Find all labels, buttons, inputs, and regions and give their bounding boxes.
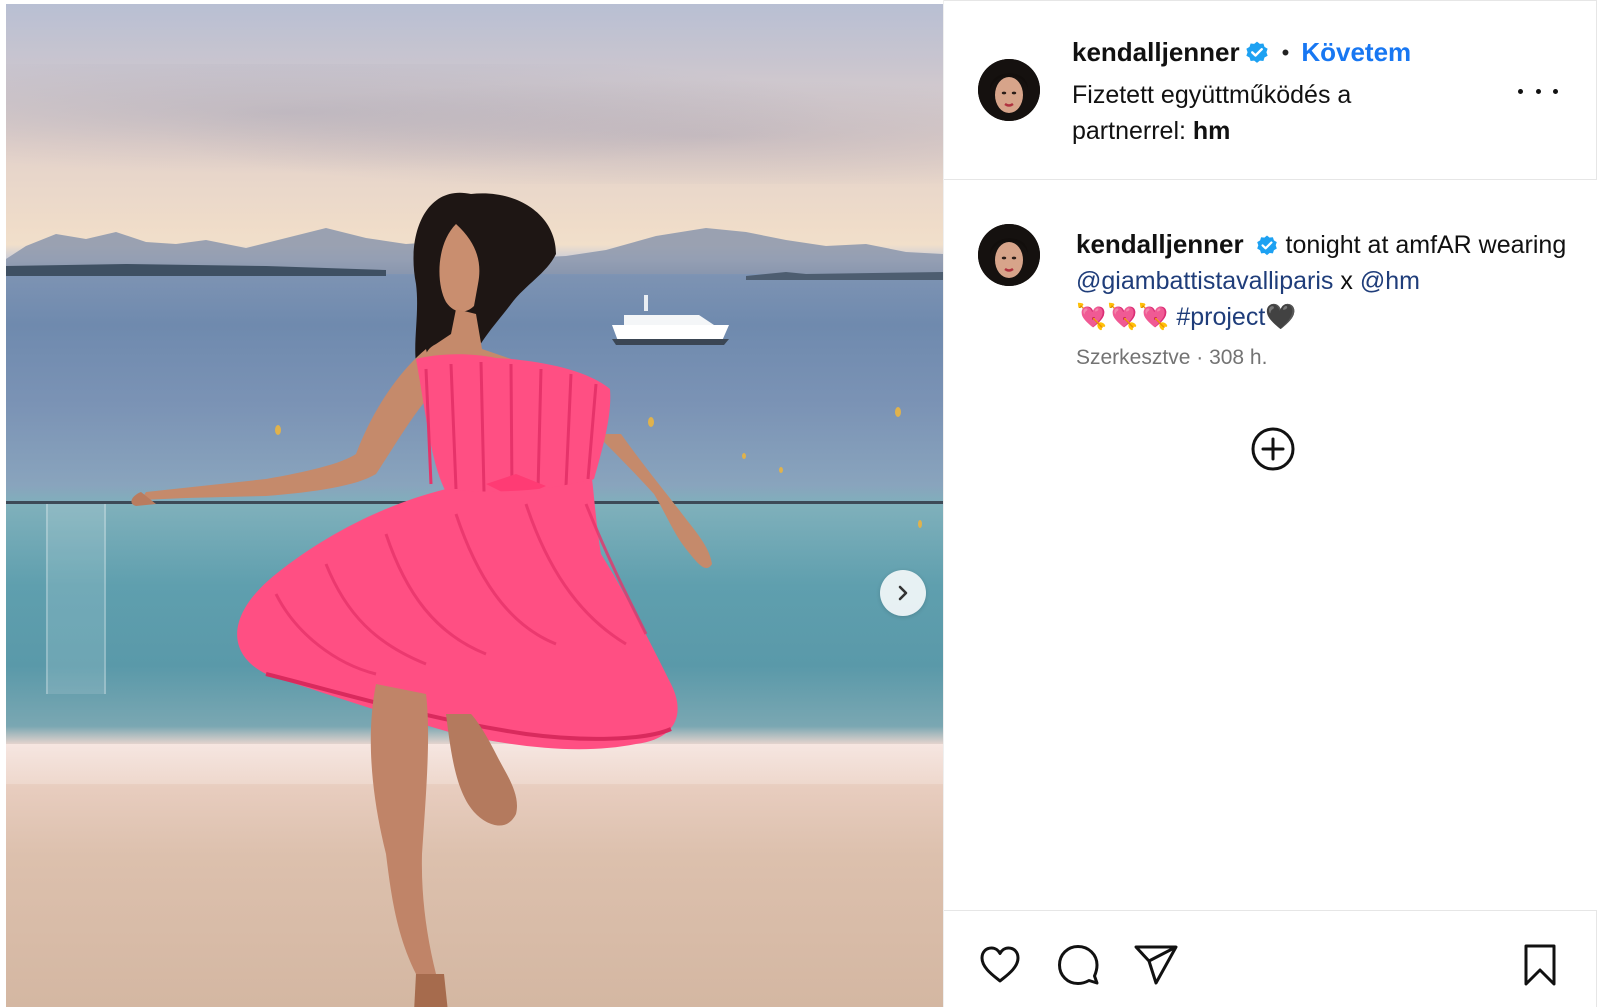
model-figure <box>131 192 712 1007</box>
verified-badge-icon <box>1246 41 1268 63</box>
mention-link[interactable]: @giambattistavalliparis <box>1076 267 1333 295</box>
meta-separator: · <box>1196 346 1204 369</box>
avatar-image <box>978 59 1040 121</box>
avatar[interactable] <box>978 224 1040 286</box>
paid-partnership-label: Fizetett együttműködés a partnerrel: hm <box>1072 77 1432 149</box>
hashtag-link[interactable]: #project <box>1176 303 1265 331</box>
separator-dot: • <box>1281 39 1290 65</box>
mention-link[interactable]: @hm <box>1360 267 1420 295</box>
heart-icon <box>980 946 1020 983</box>
more-options-icon[interactable] <box>1518 79 1558 103</box>
caption-username-link[interactable]: kendalljenner <box>1076 229 1244 259</box>
comment-button[interactable] <box>1054 941 1102 989</box>
like-button[interactable] <box>976 941 1024 989</box>
action-bar <box>944 910 1597 1007</box>
verified-badge-icon <box>1256 235 1277 256</box>
partner-link[interactable]: hm <box>1193 117 1231 145</box>
add-circle-icon <box>1251 427 1295 471</box>
caption-comment: kendalljenner tonight at amfAR wearing @… <box>944 180 1597 910</box>
avatar-image <box>978 224 1040 286</box>
share-button[interactable] <box>1132 941 1180 989</box>
bookmark-icon <box>1524 944 1556 986</box>
next-image-button[interactable] <box>880 570 926 616</box>
username-link[interactable]: kendalljenner <box>1072 37 1240 68</box>
avatar[interactable] <box>978 59 1040 121</box>
comment-icon <box>1058 945 1099 985</box>
black-heart-emoji: 🖤 <box>1265 303 1297 331</box>
post-side-panel: kendalljenner • Követem Fizetett együttm… <box>943 0 1600 1007</box>
caption-meta: Szerkesztve · 308 h. <box>1076 346 1267 370</box>
timestamp[interactable]: 308 h. <box>1209 346 1267 369</box>
header-user-row: kendalljenner • Követem <box>1072 37 1411 68</box>
caption-text-part: x <box>1340 267 1353 295</box>
post-image <box>6 4 943 1007</box>
following-button[interactable]: Követem <box>1301 37 1411 68</box>
load-more-comments-button[interactable] <box>1249 425 1297 473</box>
post-header: kendalljenner • Követem Fizetett együttm… <box>944 0 1597 180</box>
chevron-right-icon <box>898 585 908 601</box>
sky <box>6 64 943 184</box>
glass-panel <box>46 504 106 694</box>
caption-text-part: tonight at amfAR wearing <box>1285 231 1567 259</box>
caption-emojis: 💘💘💘 <box>1076 303 1170 331</box>
share-icon <box>1134 945 1178 985</box>
edited-label: Szerkesztve <box>1076 346 1191 369</box>
save-button[interactable] <box>1516 941 1564 989</box>
caption-text: kendalljenner tonight at amfAR wearing @… <box>1076 226 1586 335</box>
